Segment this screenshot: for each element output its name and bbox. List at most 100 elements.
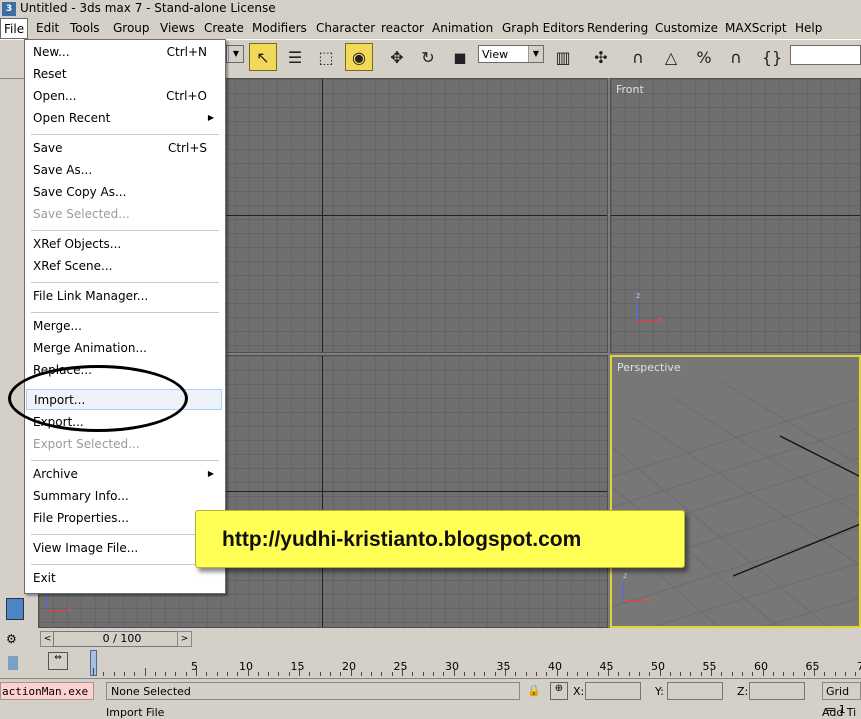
track-bar-tick [185, 672, 187, 676]
menu-reactor[interactable]: reactor [381, 21, 424, 35]
viewport-label-front[interactable]: Front [616, 83, 644, 96]
menu-tools[interactable]: Tools [70, 21, 100, 35]
menu-item-file-link-manager[interactable]: File Link Manager... [26, 286, 222, 307]
track-bar-tick [494, 672, 496, 676]
menu-create[interactable]: Create [204, 21, 244, 35]
menu-item-xref-scene[interactable]: XRef Scene... [26, 256, 222, 277]
track-bar-tick [793, 672, 795, 676]
menu-separator [31, 460, 219, 461]
track-bar-tick [803, 672, 805, 676]
menu-graph-editors[interactable]: Graph Editors [502, 21, 584, 35]
time-slider[interactable]: 0 / 100 [53, 631, 191, 647]
menu-item-save-as[interactable]: Save As... [26, 160, 222, 181]
lock-selection-icon[interactable]: 🔒 [527, 684, 541, 697]
add-time-tag-button[interactable]: Add Ti [822, 706, 856, 719]
track-bar-icon[interactable]: ⇔ [48, 652, 68, 670]
menu-item-xref-objects[interactable]: XRef Objects... [26, 234, 222, 255]
menu-item-save[interactable]: Save Ctrl+S [26, 138, 222, 159]
x-coordinate-field[interactable] [585, 682, 641, 700]
track-bar-tick [402, 668, 403, 676]
track-bar-tick [597, 672, 599, 676]
menu-character[interactable]: Character [316, 21, 375, 35]
left-toolbar: ⚙ [0, 592, 38, 682]
track-bar-tick [659, 668, 661, 676]
window-crossing-button[interactable]: ◉ [345, 43, 373, 71]
menu-item-replace[interactable]: Replace... [26, 360, 222, 381]
reference-coordinate-dropdown[interactable]: View ▼ [478, 45, 544, 63]
percent-snap-icon[interactable]: % [690, 43, 718, 71]
menu-item-save-copy-as[interactable]: Save Copy As... [26, 182, 222, 203]
grid-size: Grid = 1 [822, 682, 861, 716]
track-bar-tick [288, 672, 290, 676]
track-bar-tick [566, 672, 568, 676]
snap-3d-icon[interactable]: ∩ [624, 43, 652, 71]
menu-item-save-selected: Save Selected... [33, 207, 130, 221]
menu-item-open-recent[interactable]: Open Recent ▶ [26, 108, 222, 129]
lock-tools-icon[interactable]: ⚙ [6, 632, 24, 646]
absolute-mode-icon[interactable]: ⊕ [550, 682, 568, 700]
select-and-manipulate-icon[interactable]: ✣ [587, 43, 615, 71]
track-bar-tick [700, 672, 702, 676]
menu-item-merge-animation[interactable]: Merge Animation... [26, 338, 222, 359]
app-icon: 3 [2, 2, 16, 16]
track-bar-tick-label: 15 [290, 660, 305, 673]
menu-item-export-selected: Export Selected... [33, 437, 140, 451]
named-selection-icon[interactable]: {} [758, 43, 786, 71]
scale-icon[interactable]: ◼ [446, 43, 474, 71]
track-bar-tick [309, 672, 311, 676]
menu-views[interactable]: Views [160, 21, 195, 35]
track-bar-tick [278, 672, 280, 676]
track-bar-tick [855, 672, 857, 676]
z-label: Z: [737, 685, 749, 698]
menu-item-view-image-file[interactable]: View Image File... [26, 538, 222, 559]
menu-item-exit[interactable]: Exit [26, 568, 222, 589]
track-bar-tick [144, 668, 146, 676]
time-next-button[interactable]: > [177, 631, 192, 647]
track-bar-tick [505, 668, 506, 676]
menu-edit[interactable]: Edit [36, 21, 59, 35]
track-bar-tick [268, 672, 270, 676]
menu-group[interactable]: Group [113, 21, 150, 35]
menu-file[interactable]: File [0, 18, 29, 39]
selection-status: None Selected [106, 682, 520, 700]
menu-maxscript[interactable]: MAXScript [725, 21, 787, 35]
menu-item-summary-info[interactable]: Summary Info... [26, 486, 222, 507]
select-by-name-button[interactable]: ☰ [281, 43, 309, 71]
spinner-snap-icon[interactable]: ∩ [722, 43, 750, 71]
selection-filter-dropdown[interactable]: ▼ [226, 45, 244, 63]
menu-separator [31, 282, 219, 283]
z-coordinate-field[interactable] [749, 682, 805, 700]
track-bar-tick [762, 668, 764, 676]
track-bar[interactable]: ⇔ 510152025303540455055606570 [38, 648, 861, 676]
menu-item-merge[interactable]: Merge... [26, 316, 222, 337]
track-bar-tick [432, 672, 434, 676]
move-icon[interactable]: ✥ [383, 43, 411, 71]
menu-item-open[interactable]: Open... Ctrl+O [26, 86, 222, 107]
rectangular-selection-button[interactable]: ⬚ [312, 43, 340, 71]
angle-snap-icon[interactable]: △ [657, 43, 685, 71]
track-bar-tick [319, 672, 321, 676]
track-bar-tick [731, 672, 733, 676]
menu-item-export[interactable]: Export... [26, 412, 222, 433]
menu-rendering[interactable]: Rendering [587, 21, 648, 35]
viewport-front[interactable]: Front zx [610, 78, 861, 353]
menu-item-reset[interactable]: Reset [26, 64, 222, 85]
named-selection-sets-field[interactable] [790, 45, 861, 65]
menu-separator [31, 564, 219, 565]
menu-customize[interactable]: Customize [655, 21, 718, 35]
y-coordinate-field[interactable] [667, 682, 723, 700]
menu-item-import[interactable]: Import... [26, 389, 222, 410]
menu-animation[interactable]: Animation [432, 21, 493, 35]
viewport-perspective[interactable]: Perspective zx [610, 355, 861, 628]
menu-item-file-properties[interactable]: File Properties... [26, 508, 222, 529]
menu-modifiers[interactable]: Modifiers [252, 21, 307, 35]
menu-item-archive[interactable]: Archive ▶ [26, 464, 222, 485]
select-object-button[interactable]: ↖ [249, 43, 277, 71]
menu-item-new[interactable]: New... Ctrl+N [26, 42, 222, 63]
mini-listener-icon[interactable] [8, 656, 18, 670]
menu-help[interactable]: Help [795, 21, 822, 35]
maxscript-mini-listener[interactable]: actionMan.exe [0, 682, 94, 700]
pivot-center-button[interactable]: ▥ [549, 43, 577, 71]
schematic-icon[interactable] [6, 598, 24, 620]
rotate-icon[interactable]: ↻ [414, 43, 442, 71]
